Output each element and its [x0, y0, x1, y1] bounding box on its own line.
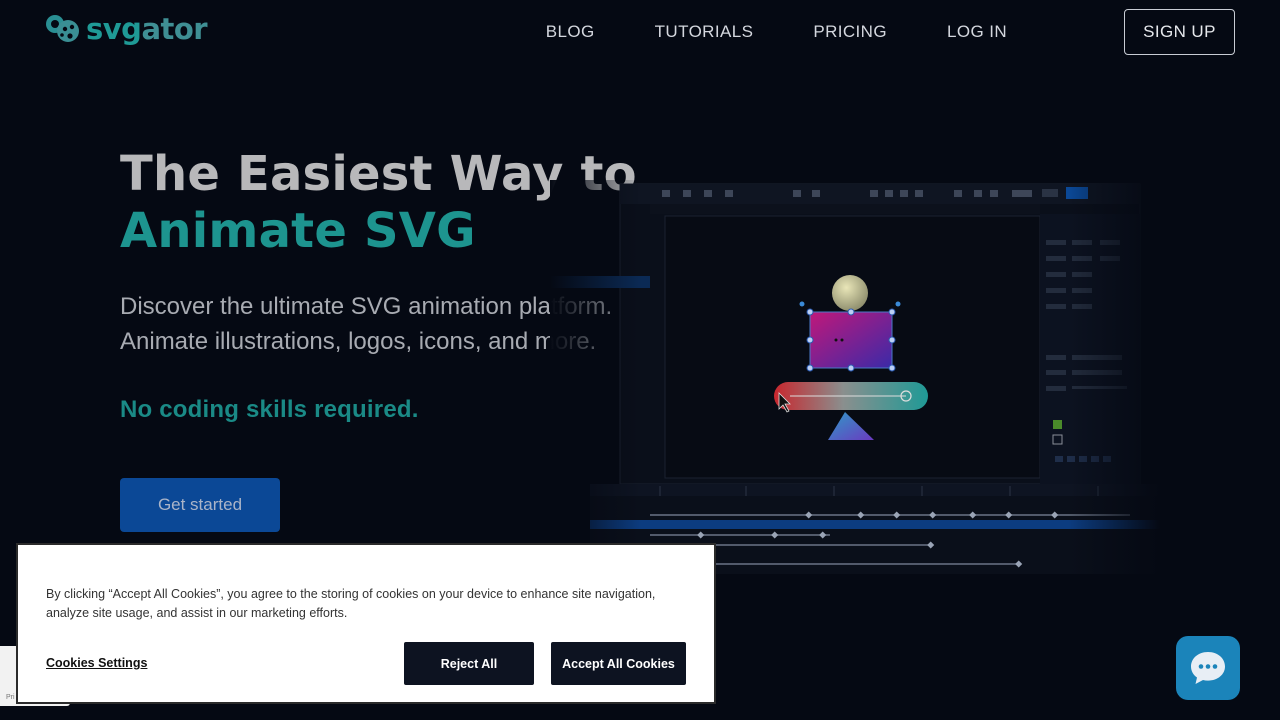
get-started-button[interactable]: Get started [120, 478, 280, 532]
signup-button[interactable]: SIGN UP [1124, 9, 1235, 55]
editor-mockup-graphic [550, 180, 1160, 575]
main-nav: BLOG TUTORIALS PRICING LOG IN SIGN UP [546, 9, 1235, 55]
cookie-banner-text: By clicking “Accept All Cookies”, you ag… [46, 587, 656, 620]
svgator-logo-icon [46, 15, 79, 42]
chat-widget-button[interactable] [1176, 636, 1240, 700]
nav-pricing[interactable]: PRICING [813, 22, 887, 42]
reject-all-button[interactable]: Reject All [404, 642, 534, 685]
site-header: svgator BLOG TUTORIALS PRICING LOG IN SI… [0, 0, 1280, 64]
logo-wordmark: svgator [86, 12, 208, 46]
logo-link[interactable]: svgator [44, 12, 208, 46]
chat-bubble-icon [1191, 652, 1225, 684]
accept-all-cookies-button[interactable]: Accept All Cookies [551, 642, 686, 685]
cookie-banner: By clicking “Accept All Cookies”, you ag… [16, 543, 716, 704]
hero-note: No coding skills required. [120, 396, 419, 423]
nav-tutorials[interactable]: TUTORIALS [655, 22, 754, 42]
nav-login[interactable]: LOG IN [947, 22, 1007, 42]
app-editor-illustration [550, 180, 1160, 575]
cookies-settings-link[interactable]: Cookies Settings [46, 656, 147, 670]
nav-blog[interactable]: BLOG [546, 22, 595, 42]
